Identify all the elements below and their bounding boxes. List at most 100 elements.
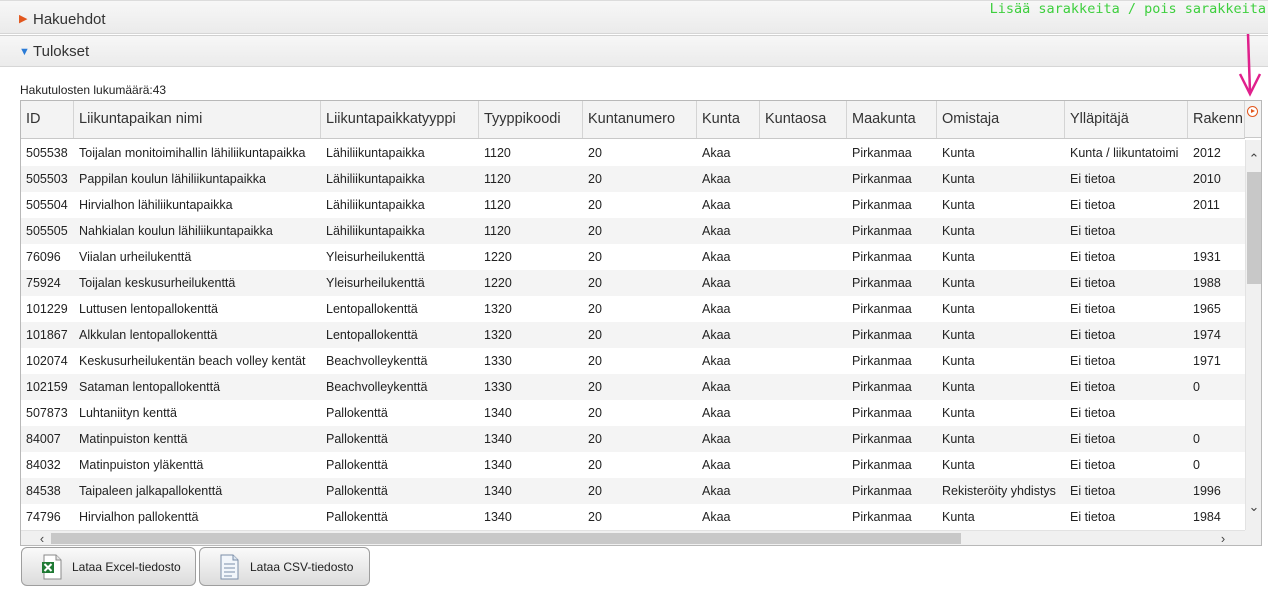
table-cell: Yleisurheilukenttä [326, 276, 425, 290]
column-header[interactable]: Kuntaosa [760, 101, 847, 138]
column-header[interactable]: Ylläpitäjä [1065, 101, 1188, 138]
table-cell: 84032 [26, 458, 61, 472]
table-cell: Akaa [702, 302, 731, 316]
table-cell: Akaa [702, 276, 731, 290]
table-cell: 75924 [26, 276, 61, 290]
table-cell: 1120 [484, 146, 511, 160]
table-cell: Akaa [702, 432, 731, 446]
table-cell: Rekisteröity yhdistys [942, 484, 1056, 498]
table-cell: Lähiliikuntapaikka [326, 172, 425, 186]
download-csv-button[interactable]: Lataa CSV-tiedosto [199, 547, 370, 586]
download-excel-label: Lataa Excel-tiedosto [72, 560, 181, 574]
table-row[interactable]: 101229 Luttusen lentopallokenttä Lentopall… [21, 296, 1245, 322]
table-cell: Kunta [942, 354, 975, 368]
table-row[interactable]: 505503 Pappilan koulun lähiliikuntapaikka… [21, 166, 1245, 192]
table-cell: Akaa [702, 198, 731, 212]
table-cell: 1120 [484, 224, 511, 238]
table-cell: Akaa [702, 484, 731, 498]
table-row[interactable]: 76096 Viialan urheilukenttä Yleisurheiluke… [21, 244, 1245, 270]
table-cell: Luhtaniityn kenttä [79, 406, 177, 420]
table-row[interactable]: 102159 Sataman lentopallokenttä Beachvolle… [21, 374, 1245, 400]
table-cell: Pirkanmaa [852, 146, 912, 160]
table-cell: Pallokenttä [326, 458, 388, 472]
table-cell: 1971 [1193, 354, 1221, 368]
table-row[interactable]: 505504 Hirvialhon lähiliikuntapaikka Lähil… [21, 192, 1245, 218]
table-cell: Pirkanmaa [852, 484, 912, 498]
table-cell: Pallokenttä [326, 432, 388, 446]
table-row[interactable]: 74796 Hirvialhon pallokenttä Pallokenttä 13… [21, 504, 1245, 530]
column-header[interactable]: Omistaja [937, 101, 1065, 138]
column-header[interactable]: Kunta [697, 101, 760, 138]
horizontal-scrollbar[interactable]: ‹ › [21, 530, 1245, 545]
criteria-section-label: Hakuehdot [33, 11, 106, 28]
table-cell: Ei tietoa [1070, 458, 1116, 472]
table-row[interactable]: 102074 Keskusurheilukentän beach volley k… [21, 348, 1245, 374]
table-cell: Ei tietoa [1070, 354, 1116, 368]
table-cell: Pirkanmaa [852, 328, 912, 342]
table-cell: 0 [1193, 458, 1200, 472]
column-toggle-button[interactable] [1245, 101, 1261, 138]
table-cell: Pirkanmaa [852, 198, 912, 212]
horizontal-scroll-thumb[interactable] [51, 533, 961, 544]
table-cell: 1320 [484, 302, 512, 316]
table-cell: Lähiliikuntapaikka [326, 224, 425, 238]
table-row[interactable]: 84538 Taipaleen jalkapallokenttä Pallokent… [21, 478, 1245, 504]
table-cell: Beachvolleykenttä [326, 380, 428, 394]
table-cell: Ei tietoa [1070, 406, 1116, 420]
table-cell: 20 [588, 354, 602, 368]
table-row[interactable]: 507873 Luhtaniityn kenttä Pallokenttä 1340 2… [21, 400, 1245, 426]
results-grid: ID Liikuntapaikan nimi Liikuntapaikkatyypp… [20, 100, 1262, 546]
vertical-scrollbar[interactable]: ⌃ ⌄ [1245, 140, 1261, 530]
table-row[interactable]: 505538 Toijalan monitoimihallin lähiliiku… [21, 140, 1245, 166]
table-cell: Kunta [942, 302, 975, 316]
table-cell: 20 [588, 328, 602, 342]
table-cell [760, 218, 847, 244]
table-cell: 2012 [1193, 146, 1221, 160]
table-cell: 1931 [1193, 250, 1221, 264]
table-cell: 1988 [1193, 276, 1221, 290]
table-cell: Kunta / liikuntatoimi [1070, 146, 1179, 160]
table-cell: Pirkanmaa [852, 302, 912, 316]
scroll-left-icon[interactable]: ‹ [34, 531, 50, 545]
results-section-header[interactable]: ▼ Tulokset [0, 35, 1268, 67]
table-row[interactable]: 505505 Nahkialan koulun lähiliikuntapaikk… [21, 218, 1245, 244]
table-cell: 1320 [484, 328, 512, 342]
grid-body[interactable]: 505538 Toijalan monitoimihallin lähiliiku… [21, 140, 1245, 530]
table-cell: 20 [588, 484, 602, 498]
table-cell: Akaa [702, 146, 731, 160]
scroll-up-icon[interactable]: ⌃ [1246, 150, 1261, 168]
table-cell: Akaa [702, 510, 731, 524]
scroll-right-icon[interactable]: › [1215, 531, 1231, 545]
table-cell: Kunta [942, 276, 975, 290]
column-header[interactable]: Liikuntapaikkatyyppi [321, 101, 479, 138]
column-header[interactable]: Rakenn [1188, 101, 1245, 138]
column-header[interactable]: ID [21, 101, 74, 138]
table-row[interactable]: 84032 Matinpuiston yläkenttä Pallokenttä 13… [21, 452, 1245, 478]
table-cell: Hirvialhon lähiliikuntapaikka [79, 198, 233, 212]
table-cell: 1996 [1193, 484, 1221, 498]
table-cell: 1340 [484, 458, 512, 472]
table-cell: 505503 [26, 172, 68, 186]
table-cell: Kunta [942, 510, 975, 524]
scroll-down-icon[interactable]: ⌄ [1246, 498, 1261, 516]
column-header[interactable]: Liikuntapaikan nimi [74, 101, 321, 138]
table-cell: 20 [588, 406, 602, 420]
table-row[interactable]: 84007 Matinpuiston kenttä Pallokenttä 1340 2… [21, 426, 1245, 452]
table-cell: 20 [588, 198, 602, 212]
download-excel-button[interactable]: Lataa Excel-tiedosto [21, 547, 196, 586]
scrollbar-corner [1245, 530, 1261, 545]
table-cell: Alkkulan lentopallokenttä [79, 328, 218, 342]
table-row[interactable]: 75924 Toijalan keskusurheilukenttä Yleisur… [21, 270, 1245, 296]
column-header[interactable]: Tyyppikoodi [479, 101, 583, 138]
table-row[interactable]: 101867 Alkkulan lentopallokenttä Lentopall… [21, 322, 1245, 348]
column-header[interactable]: Kuntanumero [583, 101, 697, 138]
table-cell: Pappilan koulun lähiliikuntapaikka [79, 172, 266, 186]
table-cell: Kunta [942, 458, 975, 472]
table-cell: 20 [588, 458, 602, 472]
table-cell: Akaa [702, 328, 731, 342]
table-cell: 0 [1193, 380, 1200, 394]
column-header[interactable]: Maakunta [847, 101, 937, 138]
table-cell: Kunta [942, 432, 975, 446]
table-cell: Pallokenttä [326, 510, 388, 524]
vertical-scroll-thumb[interactable] [1247, 172, 1261, 284]
